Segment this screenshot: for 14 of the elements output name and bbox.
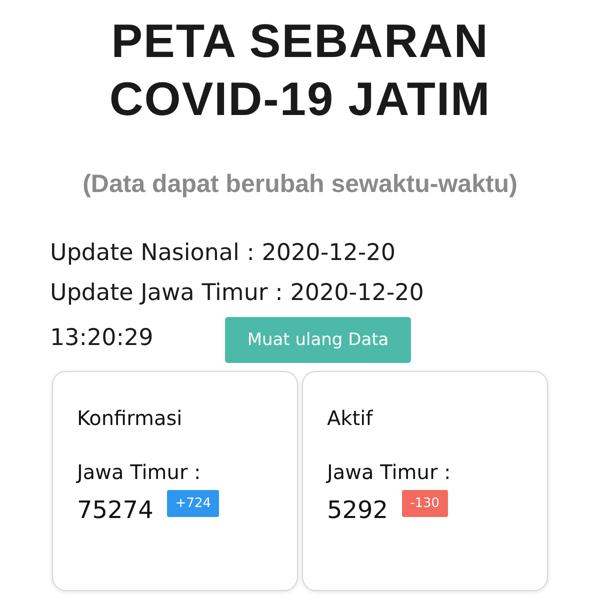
card-title: Aktif (327, 406, 374, 430)
page-title: PETA SEBARAN COVID-19 JATIM (108, 13, 492, 127)
subtitle: (Data dapat berubah sewaktu-waktu) (82, 170, 518, 199)
stat-value: 5292 (327, 496, 388, 524)
change-badge: +724 (167, 490, 220, 517)
update-text: Update Jawa Timur : 2020-12-20 (50, 280, 424, 306)
update-text: Update Nasional : 2020-12-20 (50, 240, 396, 266)
change-badge: -130 (402, 490, 448, 517)
region-label: Jawa Timur : (327, 460, 452, 484)
card-title: Konfirmasi (77, 406, 184, 430)
region-label: Jawa Timur : (77, 460, 202, 484)
reload-button[interactable]: Muat ulang Data (225, 317, 411, 363)
stat-value: 75274 (77, 496, 154, 524)
update-time: 13:20:29 (50, 324, 154, 353)
